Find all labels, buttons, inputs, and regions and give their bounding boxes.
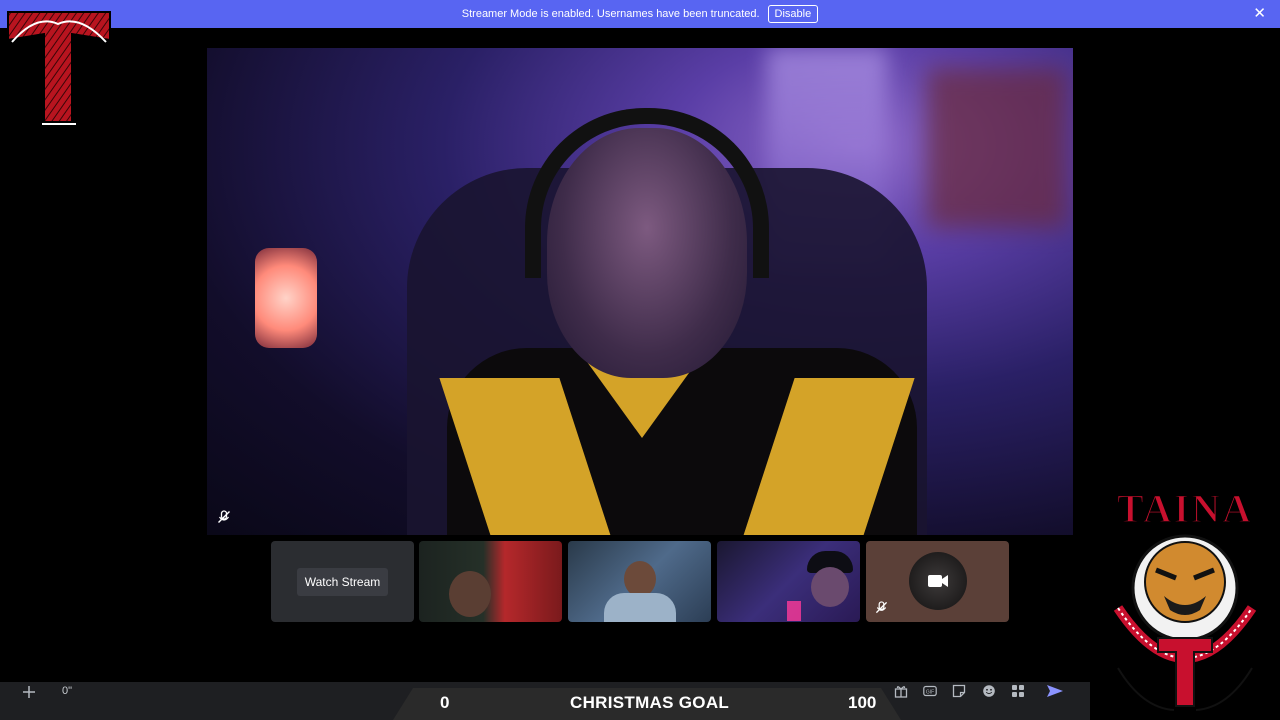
apps-icon[interactable] [1011,684,1025,698]
main-video-feed[interactable] [207,48,1073,535]
goal-target: 100 [848,693,877,712]
watch-stream-button[interactable]: Watch Stream [296,567,389,596]
participant-tile[interactable] [419,541,562,622]
avatar [909,552,967,610]
letter-t-logo [7,11,111,125]
close-icon[interactable]: ✕ [1253,5,1266,23]
message-input[interactable]: 0" [62,685,72,697]
app-window: Streamer Mode is enabled. Usernames have… [0,0,1280,720]
add-attachment-button[interactable] [22,683,36,701]
participant-tile[interactable] [717,541,860,622]
streamer-mode-banner: Streamer Mode is enabled. Usernames have… [0,0,1280,28]
participant-face [624,561,656,597]
banner-message: Streamer Mode is enabled. Usernames have… [461,8,760,20]
svg-text:GIF: GIF [926,690,934,696]
goal-current: 0 [440,693,450,712]
participant-tile[interactable] [568,541,711,622]
participant-shirt [604,593,676,622]
taina-wordmark: TAINA [1117,486,1253,531]
participant-face [449,571,491,617]
headphones [525,108,769,278]
emoji-icon[interactable] [982,684,996,698]
disable-streamer-mode-button[interactable]: Disable [767,5,819,23]
gift-icon[interactable] [894,684,908,698]
participant-face [811,567,849,607]
mic-muted-icon [875,601,888,614]
camera-icon [928,575,948,587]
stream-tile: Watch Stream [271,541,414,622]
background-shape [927,68,1067,228]
goal-title: CHRISTMAS GOAL [570,693,730,712]
taina-logo: TAINA [1113,485,1257,711]
sticker-icon[interactable] [952,684,966,698]
gif-icon[interactable]: GIF [923,684,937,698]
lamp [255,248,317,348]
mic-muted-icon [218,510,230,523]
participant-tile[interactable] [866,541,1009,622]
send-icon[interactable] [1046,684,1064,698]
background-light [787,601,801,621]
